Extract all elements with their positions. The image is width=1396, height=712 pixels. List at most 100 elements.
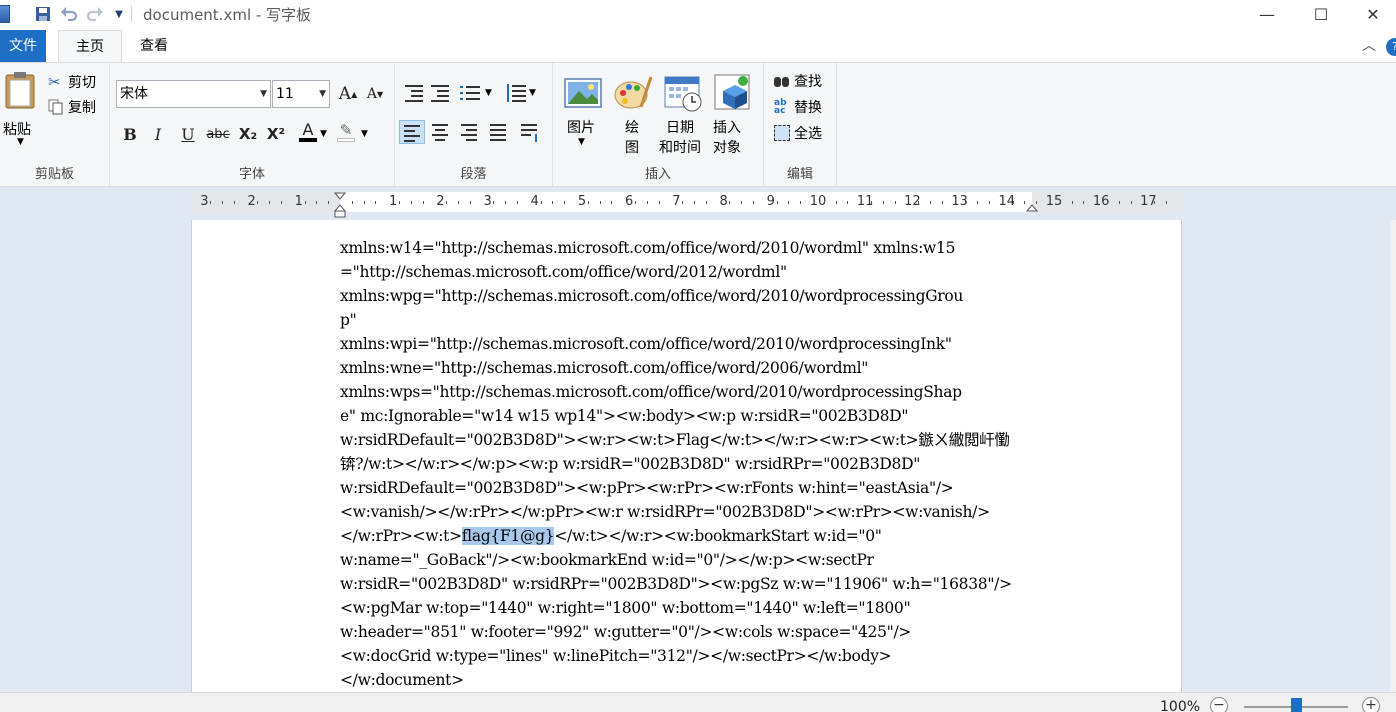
- edit-group: 查找 ab ac 替换 全选 编辑: [764, 63, 837, 186]
- first-line-indent-marker[interactable]: [334, 192, 346, 218]
- chevron-down-icon[interactable]: ▼: [320, 129, 327, 139]
- paragraph-group-label: 段落: [460, 167, 487, 182]
- bold-button[interactable]: B: [118, 122, 142, 146]
- document-line[interactable]: xmlns:wpi="http://schemas.microsoft.com/…: [340, 332, 1040, 356]
- document-page[interactable]: xmlns:w14="http://schemas.microsoft.com/…: [191, 220, 1182, 692]
- find-label: 查找: [794, 74, 822, 90]
- strikethrough-button[interactable]: abc: [206, 122, 230, 146]
- insert-picture-button[interactable]: 图片 ▼: [561, 71, 605, 151]
- document-line[interactable]: w:name="_GoBack"/><w:bookmarkEnd w:id="0…: [340, 548, 1040, 572]
- undo-quick-button[interactable]: [58, 4, 80, 24]
- horizontal-ruler[interactable]: 3 2 1 1 2 3 4 5 6 7 8 9 10 11 12 13 14 15 16 17: [191, 192, 1182, 218]
- align-center-button[interactable]: [428, 120, 454, 144]
- document-line[interactable]: xmlns:wne="http://schemas.microsoft.com/…: [340, 356, 1040, 380]
- ruler-tick: [587, 201, 589, 204]
- document-line[interactable]: 锛?/w:t></w:r></w:p><w:p w:rsidR="002B3D8…: [340, 452, 1040, 476]
- document-line[interactable]: w:header="851" w:footer="992" w:gutter="…: [340, 620, 1040, 644]
- collapse-ribbon-button[interactable]: ︿: [1362, 35, 1376, 55]
- zoom-slider-thumb[interactable]: [1290, 698, 1302, 712]
- document-line[interactable]: w:rsidRDefault="002B3D8D"><w:pPr><w:rPr>…: [340, 476, 1040, 500]
- redo-quick-button[interactable]: [84, 4, 106, 24]
- decrease-indent-button[interactable]: [401, 81, 427, 105]
- align-left-button[interactable]: [399, 120, 425, 144]
- document-line[interactable]: xmlns:wps="http://schemas.microsoft.com/…: [340, 380, 1040, 404]
- document-line[interactable]: w:rsidR="002B3D8D" w:rsidRPr="002B3D8D">…: [340, 572, 1040, 596]
- minimize-button[interactable]: —: [1244, 0, 1290, 28]
- document-line[interactable]: e" mc:Ignorable="w14 w15 wp14"><w:body><…: [340, 404, 1040, 428]
- ruler-tick: [705, 201, 707, 204]
- help-button[interactable]: ?: [1386, 38, 1396, 56]
- paragraph-settings-button[interactable]: [517, 120, 543, 144]
- italic-button[interactable]: I: [146, 122, 170, 146]
- vertical-scrollbar[interactable]: [1390, 220, 1396, 692]
- document-line[interactable]: <w:docGrid w:type="lines" w:linePitch="3…: [340, 644, 1040, 668]
- select-all-icon: [774, 125, 790, 141]
- superscript-button[interactable]: X²: [264, 122, 288, 146]
- shrink-font-icon: A: [366, 86, 377, 102]
- line-spacing-button[interactable]: [503, 81, 529, 105]
- wordpad-app-icon[interactable]: [0, 5, 10, 23]
- document-line[interactable]: ="http://schemas.microsoft.com/office/wo…: [340, 260, 1040, 284]
- cut-button[interactable]: ✂ 剪切: [48, 71, 96, 93]
- document-line[interactable]: <w:vanish/></w:rPr></w:pPr><w:r w:rsidRP…: [340, 500, 1040, 524]
- increase-indent-button[interactable]: [427, 81, 453, 105]
- paste-button[interactable]: 粘贴 ▼: [2, 69, 40, 147]
- close-button[interactable]: ✕: [1350, 0, 1396, 28]
- chevron-down-icon[interactable]: ▼: [260, 81, 267, 107]
- ruler-tick: [1036, 201, 1038, 204]
- tab-home[interactable]: 主页: [58, 30, 122, 63]
- ruler-label: 3: [200, 194, 209, 209]
- justify-button[interactable]: [486, 120, 512, 144]
- document-line[interactable]: <w:pgMar w:top="1440" w:right="1800" w:b…: [340, 596, 1040, 620]
- tab-file[interactable]: 文件: [0, 30, 46, 62]
- document-text[interactable]: xmlns:w14="http://schemas.microsoft.com/…: [340, 236, 1040, 692]
- tab-view[interactable]: 查看: [128, 30, 180, 62]
- document-line[interactable]: </w:document>: [340, 668, 1040, 692]
- font-color-button[interactable]: A: [296, 120, 320, 144]
- maximize-button[interactable]: ☐: [1298, 0, 1344, 28]
- ruler-tick: [776, 201, 778, 204]
- select-all-button[interactable]: 全选: [774, 122, 822, 144]
- find-button[interactable]: 查找: [774, 70, 822, 92]
- ruler-tick: [1024, 201, 1026, 204]
- insert-datetime-button[interactable]: 日期 和时间: [659, 71, 709, 156]
- ruler-tick: [1154, 201, 1156, 204]
- selected-text[interactable]: flag{F1@g}: [461, 527, 555, 545]
- ruler-tick: [233, 201, 235, 204]
- clipboard-icon: [5, 72, 35, 109]
- replace-button[interactable]: ab ac 替换: [774, 96, 822, 118]
- document-line[interactable]: xmlns:wpg="http://schemas.microsoft.com/…: [340, 284, 1040, 308]
- edit-group-label: 编辑: [786, 167, 813, 182]
- document-line[interactable]: xmlns:w14="http://schemas.microsoft.com/…: [340, 236, 1040, 260]
- chevron-down-icon[interactable]: ▼: [361, 129, 368, 139]
- ruler-tick: [458, 201, 459, 204]
- chevron-down-icon[interactable]: ▼: [319, 81, 326, 107]
- customize-quick-access-button[interactable]: ▼: [108, 4, 130, 24]
- subscript-button[interactable]: X₂: [236, 122, 260, 146]
- shrink-font-button[interactable]: A ▼: [363, 82, 387, 106]
- underline-button[interactable]: U: [176, 122, 200, 146]
- ruler-tick: [1130, 201, 1132, 204]
- grow-font-button[interactable]: A ▲: [336, 82, 360, 106]
- zoom-in-button[interactable]: +: [1362, 697, 1380, 712]
- chevron-down-icon[interactable]: ▼: [485, 88, 492, 98]
- datetime-label-line1: 日期: [666, 120, 694, 136]
- highlight-button[interactable]: ✎: [334, 120, 358, 144]
- zoom-out-button[interactable]: −: [1210, 697, 1228, 712]
- copy-button[interactable]: 复制: [48, 96, 96, 118]
- document-line[interactable]: w:rsidRDefault="002B3D8D"><w:r><w:t>Flag…: [340, 428, 1040, 452]
- save-quick-button[interactable]: [32, 4, 54, 24]
- document-line[interactable]: </w:rPr><w:t>flag{F1@g}</w:t></w:r><w:bo…: [340, 524, 1040, 548]
- insert-object-button[interactable]: 插入 对象: [711, 71, 755, 156]
- bullet-list-button[interactable]: [457, 81, 483, 105]
- object-label-line2: 对象: [713, 140, 741, 156]
- status-bar: 100% − +: [0, 692, 1396, 712]
- ruler-label: 7: [672, 194, 681, 209]
- font-size-combo[interactable]: 11 ▼: [272, 80, 330, 108]
- font-family-combo[interactable]: 宋体 ▼: [116, 80, 271, 108]
- document-line[interactable]: p": [340, 308, 1040, 332]
- align-right-button[interactable]: [457, 120, 483, 144]
- chevron-down-icon[interactable]: ▼: [529, 88, 536, 98]
- ruler-label: 3: [483, 194, 492, 209]
- paint-drawing-button[interactable]: 绘 图: [611, 71, 655, 156]
